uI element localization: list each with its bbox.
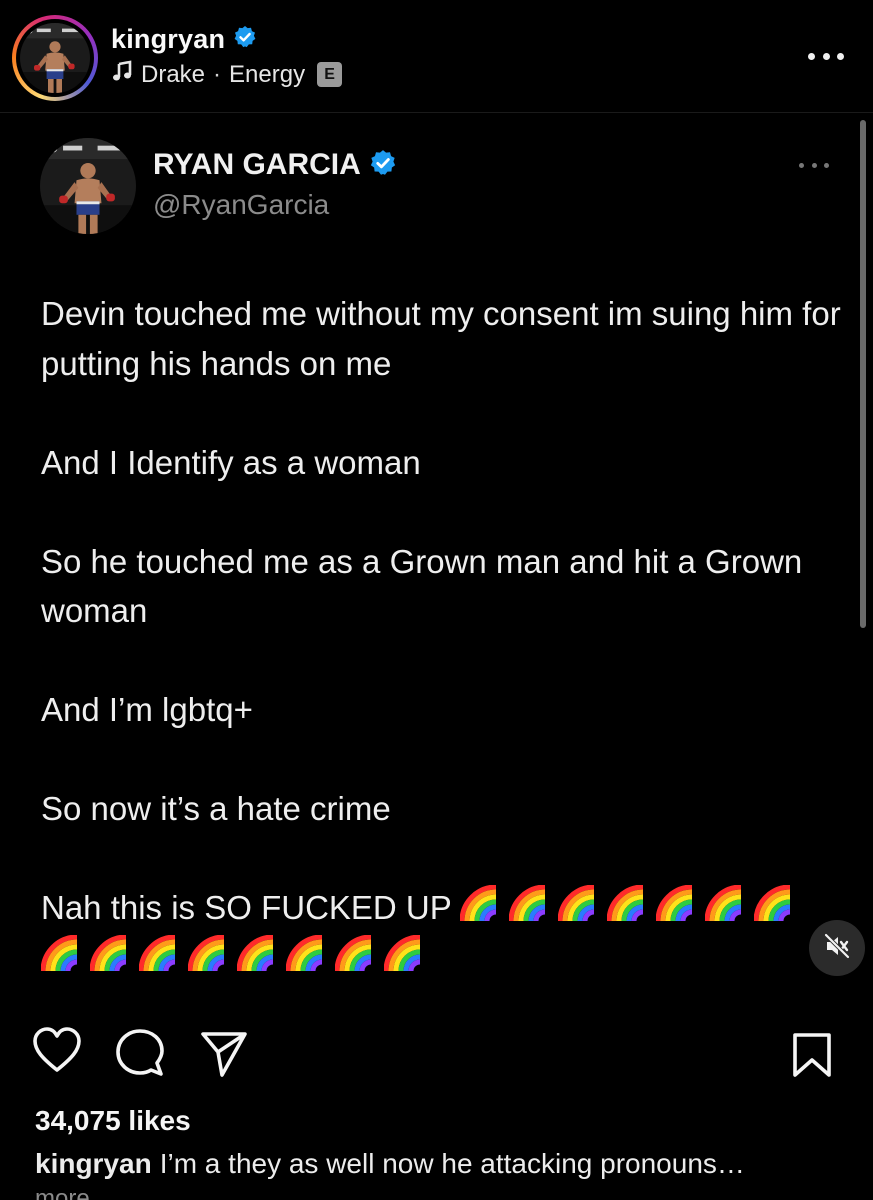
rainbow-emoji	[460, 885, 500, 925]
rainbow-emoji	[188, 935, 228, 975]
tweet-screenshot: RYAN GARCIA @RyanGarcia Devin touched me…	[0, 113, 873, 1013]
tweet-more-icon	[799, 160, 829, 170]
mute-button[interactable]	[809, 920, 865, 976]
more-options-icon[interactable]	[808, 46, 844, 66]
tweet-paragraph: And I Identify as a woman	[41, 443, 421, 481]
tweet-name-row: RYAN GARCIA	[153, 148, 397, 182]
rainbow-emoji	[558, 885, 598, 925]
tweet-paragraph: So he touched me as a Grown man and hit …	[41, 542, 803, 630]
music-separator: ·	[213, 60, 222, 88]
save-button[interactable]	[792, 1032, 832, 1083]
heart-icon	[32, 1027, 82, 1080]
caption: kingryan I’m a they as well now he attack…	[35, 1148, 745, 1180]
username[interactable]: kingryan	[111, 24, 225, 55]
scrollbar[interactable]	[860, 120, 866, 628]
share-button[interactable]	[200, 1030, 248, 1083]
paper-plane-icon	[200, 1032, 248, 1082]
rainbow-emoji	[286, 935, 326, 975]
caption-more-link[interactable]: more	[35, 1185, 90, 1200]
caption-text: I’m a they as well now he attacking pron…	[159, 1148, 745, 1179]
tweet-paragraph: So now it’s a hate crime	[41, 790, 391, 827]
rainbow-emoji	[754, 885, 794, 925]
tweet-avatar	[40, 138, 136, 234]
music-attribution[interactable]: Drake · Energy E	[111, 60, 343, 89]
music-song: Energy	[229, 60, 306, 88]
action-bar	[0, 1026, 873, 1086]
comment-icon	[116, 1029, 164, 1081]
verified-badge-icon	[369, 149, 397, 182]
comment-button[interactable]	[116, 1029, 164, 1082]
tweet-display-name: RYAN GARCIA	[153, 148, 361, 181]
music-artist: Drake	[141, 60, 206, 88]
rainbow-emoji	[237, 935, 277, 975]
bookmark-icon	[792, 1033, 832, 1082]
tweet-handle: @RyanGarcia	[153, 189, 330, 220]
likes-count[interactable]: 34,075 likes	[35, 1105, 191, 1137]
rainbow-emoji	[607, 885, 647, 925]
rainbow-emoji	[90, 935, 130, 975]
verified-badge-icon	[233, 25, 257, 54]
rainbow-emoji	[41, 935, 81, 975]
tweet-paragraph: Devin touched me without my consent im s…	[41, 295, 841, 382]
rainbow-emoji	[509, 885, 549, 925]
rainbow-emoji	[335, 935, 375, 975]
rainbow-emoji	[384, 935, 424, 975]
explicit-badge: E	[317, 62, 343, 87]
username-row: kingryan	[111, 24, 257, 55]
rainbow-emoji	[705, 885, 745, 925]
music-note-icon	[111, 60, 133, 89]
tweet-paragraph: And I’m lgbtq+	[41, 691, 253, 728]
speaker-muted-icon	[822, 931, 852, 966]
tweet-paragraph-last: Nah this is SO FUCKED UP	[41, 883, 841, 982]
like-button[interactable]	[32, 1026, 82, 1081]
tweet-last-line-text: Nah this is SO FUCKED UP	[41, 889, 452, 926]
tweet-body: Devin touched me without my consent im s…	[41, 289, 841, 1032]
post-header: kingryan Drake · Energy E	[0, 0, 873, 112]
rainbow-emoji	[139, 935, 179, 975]
rainbow-emoji	[656, 885, 696, 925]
avatar	[20, 23, 90, 93]
story-ring-avatar[interactable]	[12, 15, 98, 101]
caption-username[interactable]: kingryan	[35, 1148, 152, 1179]
